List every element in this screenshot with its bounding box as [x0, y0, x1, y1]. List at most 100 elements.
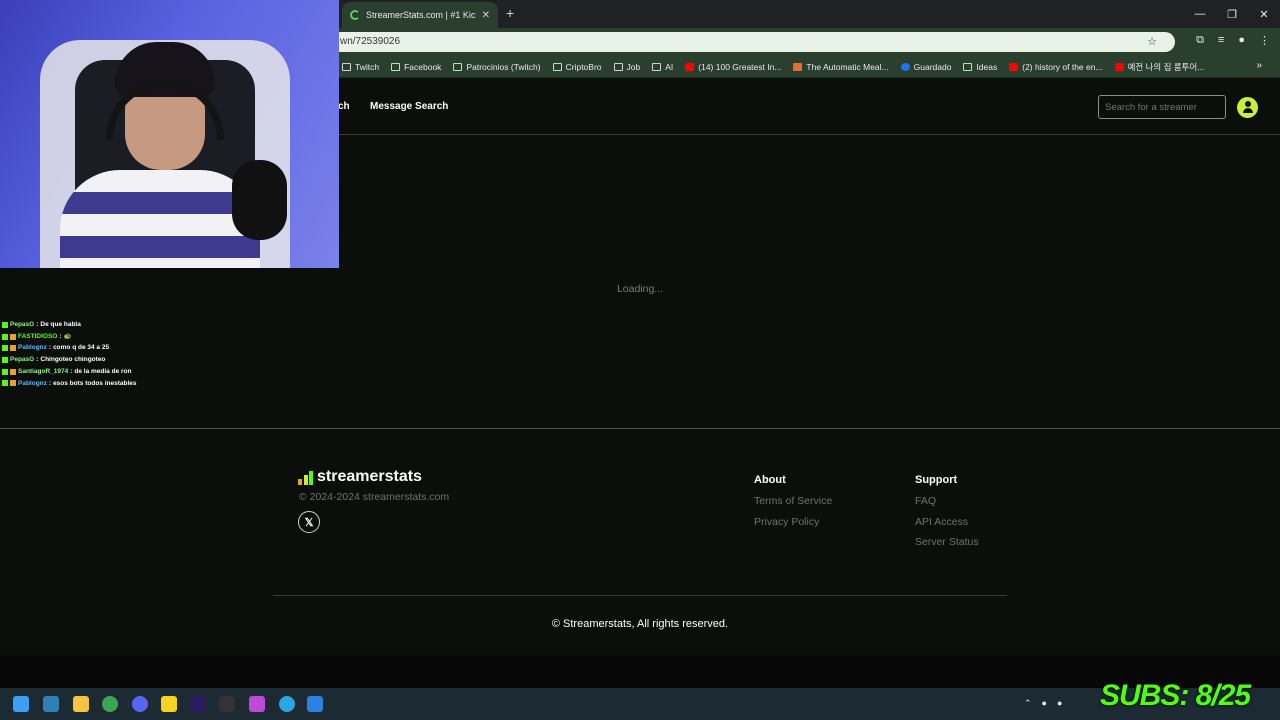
youtube-icon	[1009, 62, 1019, 71]
app-icon[interactable]	[307, 696, 323, 712]
sub-badge-icon	[10, 380, 16, 387]
bookmark-ideas[interactable]: Ideas	[963, 62, 997, 72]
bookmark-history[interactable]: (2) history of the en...	[1009, 62, 1103, 72]
tray-app-icon[interactable]: ●	[1042, 698, 1047, 709]
tray-chevron-icon[interactable]: ⌃	[1024, 698, 1032, 709]
faq-link[interactable]: FAQ	[915, 495, 979, 507]
kick-badge-icon	[2, 356, 8, 363]
extensions-icon[interactable]: ⧉	[1196, 34, 1204, 47]
nav-message-search[interactable]: Message Search	[370, 101, 448, 112]
streamerstats-favicon-icon	[350, 10, 360, 20]
new-tab-button[interactable]: +	[506, 5, 514, 21]
user-icon-body	[1242, 108, 1253, 113]
logo-bar	[298, 479, 302, 485]
chat-text: Chingoteo chingoteo	[40, 356, 106, 364]
bookmark-label: Twitch	[355, 61, 380, 72]
toolbar-icons: ⧉ ≡ ● ⋮	[1196, 34, 1270, 47]
chat-text: como q de 34 a 25	[53, 344, 110, 352]
rights-text: © Streamerstats, All rights reserved.	[551, 618, 729, 630]
bookmark-job[interactable]: Job	[613, 62, 640, 72]
bookmark-label: Guardado	[913, 61, 952, 72]
folder-icon	[391, 62, 401, 71]
menu-kebab-icon[interactable]: ⋮	[1259, 34, 1270, 47]
profile-icon[interactable]: ●	[1238, 34, 1245, 47]
user-avatar-button[interactable]	[1237, 97, 1258, 118]
folder-icon	[342, 62, 351, 71]
logo-bar	[303, 475, 308, 485]
bookmark-twitch[interactable]: Twitch	[342, 62, 379, 72]
microphone-icon	[232, 160, 287, 240]
premiere-pro-icon[interactable]	[190, 696, 206, 712]
url-text: wn/72539026	[340, 36, 401, 47]
chat-username: FASTIDIOSO	[18, 332, 58, 340]
chat-text: de la media de ron	[74, 367, 132, 375]
file-explorer-icon[interactable]	[73, 696, 89, 712]
bookmark-star-icon[interactable]: ☆	[1147, 35, 1157, 48]
bookmark-label: Facebook	[404, 61, 442, 72]
chat-message: PepasG: De que habla	[2, 319, 137, 331]
more-bookmarks-icon[interactable]: »	[1256, 60, 1262, 71]
bookmark-patrocinios[interactable]: Patrocinios (Twitch)	[453, 61, 541, 72]
bookmark-ai[interactable]: AI	[652, 62, 673, 72]
discord-icon[interactable]	[132, 696, 148, 712]
media-control-icon[interactable]: ≡	[1218, 34, 1224, 47]
sticky-notes-icon[interactable]	[161, 696, 177, 712]
bookmark-criptobro[interactable]: CriptoBro	[552, 62, 602, 72]
footer-logo[interactable]: streamerstats	[298, 469, 422, 485]
chat-message: PepasG: Chingoteo chingoteo	[2, 354, 137, 366]
footer-divider	[0, 428, 1280, 429]
restore-button[interactable]: ❐	[1216, 0, 1248, 28]
window-controls: — ❐ ✕	[1184, 0, 1280, 28]
windows-taskbar: ⌃ ● ●	[0, 688, 1280, 720]
screen: StreamerStats.com | #1 Kick An ✕ + — ❐ ✕…	[0, 0, 1280, 720]
bookmark-automatic-meal[interactable]: The Automatic Meal...	[793, 62, 889, 72]
chat-overlay: PepasG: De que habla FASTIDIOSO: 🐢 Pablogn…	[2, 319, 137, 389]
bookmark-room-tour[interactable]: 예전 나의 집 룸투어...	[1114, 61, 1204, 73]
server-status-link[interactable]: Server Status	[915, 536, 979, 548]
chrome-icon[interactable]	[102, 696, 118, 712]
telegram-icon[interactable]	[279, 696, 295, 712]
bookmark-greatest[interactable]: (14) 100 Greatest In...	[685, 62, 781, 72]
logo-bars-icon	[298, 471, 313, 485]
x-social-icon[interactable]: 𝕏	[298, 511, 320, 533]
minimize-button[interactable]: —	[1184, 0, 1216, 28]
support-heading: Support	[915, 474, 958, 486]
footer-support-column: Support FAQ API Access Server Status	[915, 474, 979, 557]
browser-tab-active[interactable]: StreamerStats.com | #1 Kick An ✕	[342, 2, 498, 28]
windows-start-icon[interactable]	[13, 696, 29, 712]
address-bar[interactable]: wn/72539026 ☆	[330, 32, 1175, 52]
terminal-icon[interactable]	[219, 696, 235, 712]
tab-close-icon[interactable]: ✕	[482, 10, 490, 21]
kick-badge-icon	[2, 333, 8, 340]
bookmark-facebook[interactable]: Facebook	[391, 62, 441, 72]
close-window-button[interactable]: ✕	[1248, 0, 1280, 28]
task-view-icon[interactable]	[43, 696, 59, 712]
bookmark-label: (14) 100 Greatest In...	[698, 61, 782, 72]
chat-username: Pablognz	[18, 344, 47, 352]
nav-link-partial[interactable]: ch	[338, 101, 350, 112]
facebook-icon	[900, 62, 910, 71]
tray-discord-icon[interactable]: ●	[1057, 698, 1062, 709]
folder-icon	[552, 62, 562, 71]
chat-separator: :	[48, 344, 52, 352]
bookmark-guardado[interactable]: Guardado	[900, 61, 952, 72]
footer-copyright-small: © 2024-2024 streamerstats.com	[299, 491, 450, 503]
app-icon[interactable]	[249, 696, 265, 712]
about-heading: About	[754, 474, 786, 486]
terms-link[interactable]: Terms of Service	[754, 495, 832, 507]
kick-badge-icon	[2, 380, 8, 387]
user-icon	[1244, 101, 1251, 107]
chat-message: SantiagoR_1974: de la media de ron	[2, 366, 137, 378]
kick-badge-icon	[2, 345, 8, 352]
privacy-link[interactable]: Privacy Policy	[754, 516, 832, 528]
bookmark-label: AI	[665, 61, 674, 72]
chat-username: Pablognz	[18, 379, 47, 387]
chat-separator: :	[59, 332, 62, 340]
streamer-search-input[interactable]	[1098, 95, 1226, 119]
folder-icon	[453, 62, 463, 71]
bookmark-label: Patrocinios (Twitch)	[466, 61, 541, 72]
chat-message: FASTIDIOSO: 🐢	[2, 331, 137, 343]
api-access-link[interactable]: API Access	[915, 516, 979, 528]
folder-icon	[613, 62, 623, 71]
sub-badge-icon	[10, 368, 16, 375]
